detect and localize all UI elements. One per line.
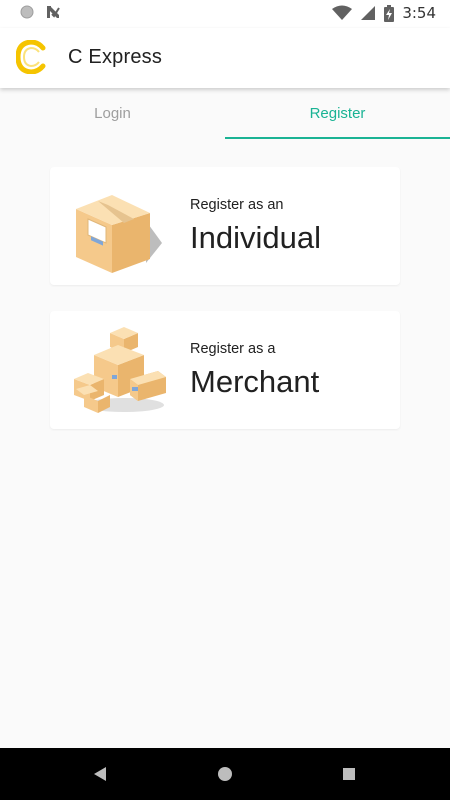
recents-icon[interactable] xyxy=(337,762,361,786)
signal-icon xyxy=(361,6,376,20)
battery-charging-icon xyxy=(384,4,395,22)
individual-label: Individual xyxy=(190,220,321,255)
tab-indicator xyxy=(225,137,450,139)
wifi-icon xyxy=(332,5,353,20)
merchant-label: Merchant xyxy=(190,364,320,399)
app-title: C Express xyxy=(68,46,163,68)
notification-check-icon xyxy=(47,6,60,18)
app-bar: C Express xyxy=(0,28,450,88)
register-merchant-card[interactable]: Register as a Merchant xyxy=(50,311,400,429)
tab-bar: Login Register xyxy=(0,88,450,140)
tab-login[interactable]: Login xyxy=(0,88,225,140)
register-individual-card[interactable]: Register as an Individual xyxy=(50,167,400,285)
status-bar: 3:54 xyxy=(0,0,450,28)
navigation-bar xyxy=(0,748,450,800)
single-box-icon xyxy=(76,195,162,273)
merchant-prefix: Register as a xyxy=(190,341,276,357)
box-stack-icon xyxy=(74,327,166,413)
tab-register[interactable]: Register xyxy=(225,88,450,140)
record-icon xyxy=(20,5,34,19)
status-time: 3:54 xyxy=(402,4,436,22)
c-express-logo xyxy=(16,40,46,74)
home-icon[interactable] xyxy=(213,762,237,786)
individual-prefix: Register as an xyxy=(190,197,284,213)
back-icon[interactable] xyxy=(88,762,112,786)
